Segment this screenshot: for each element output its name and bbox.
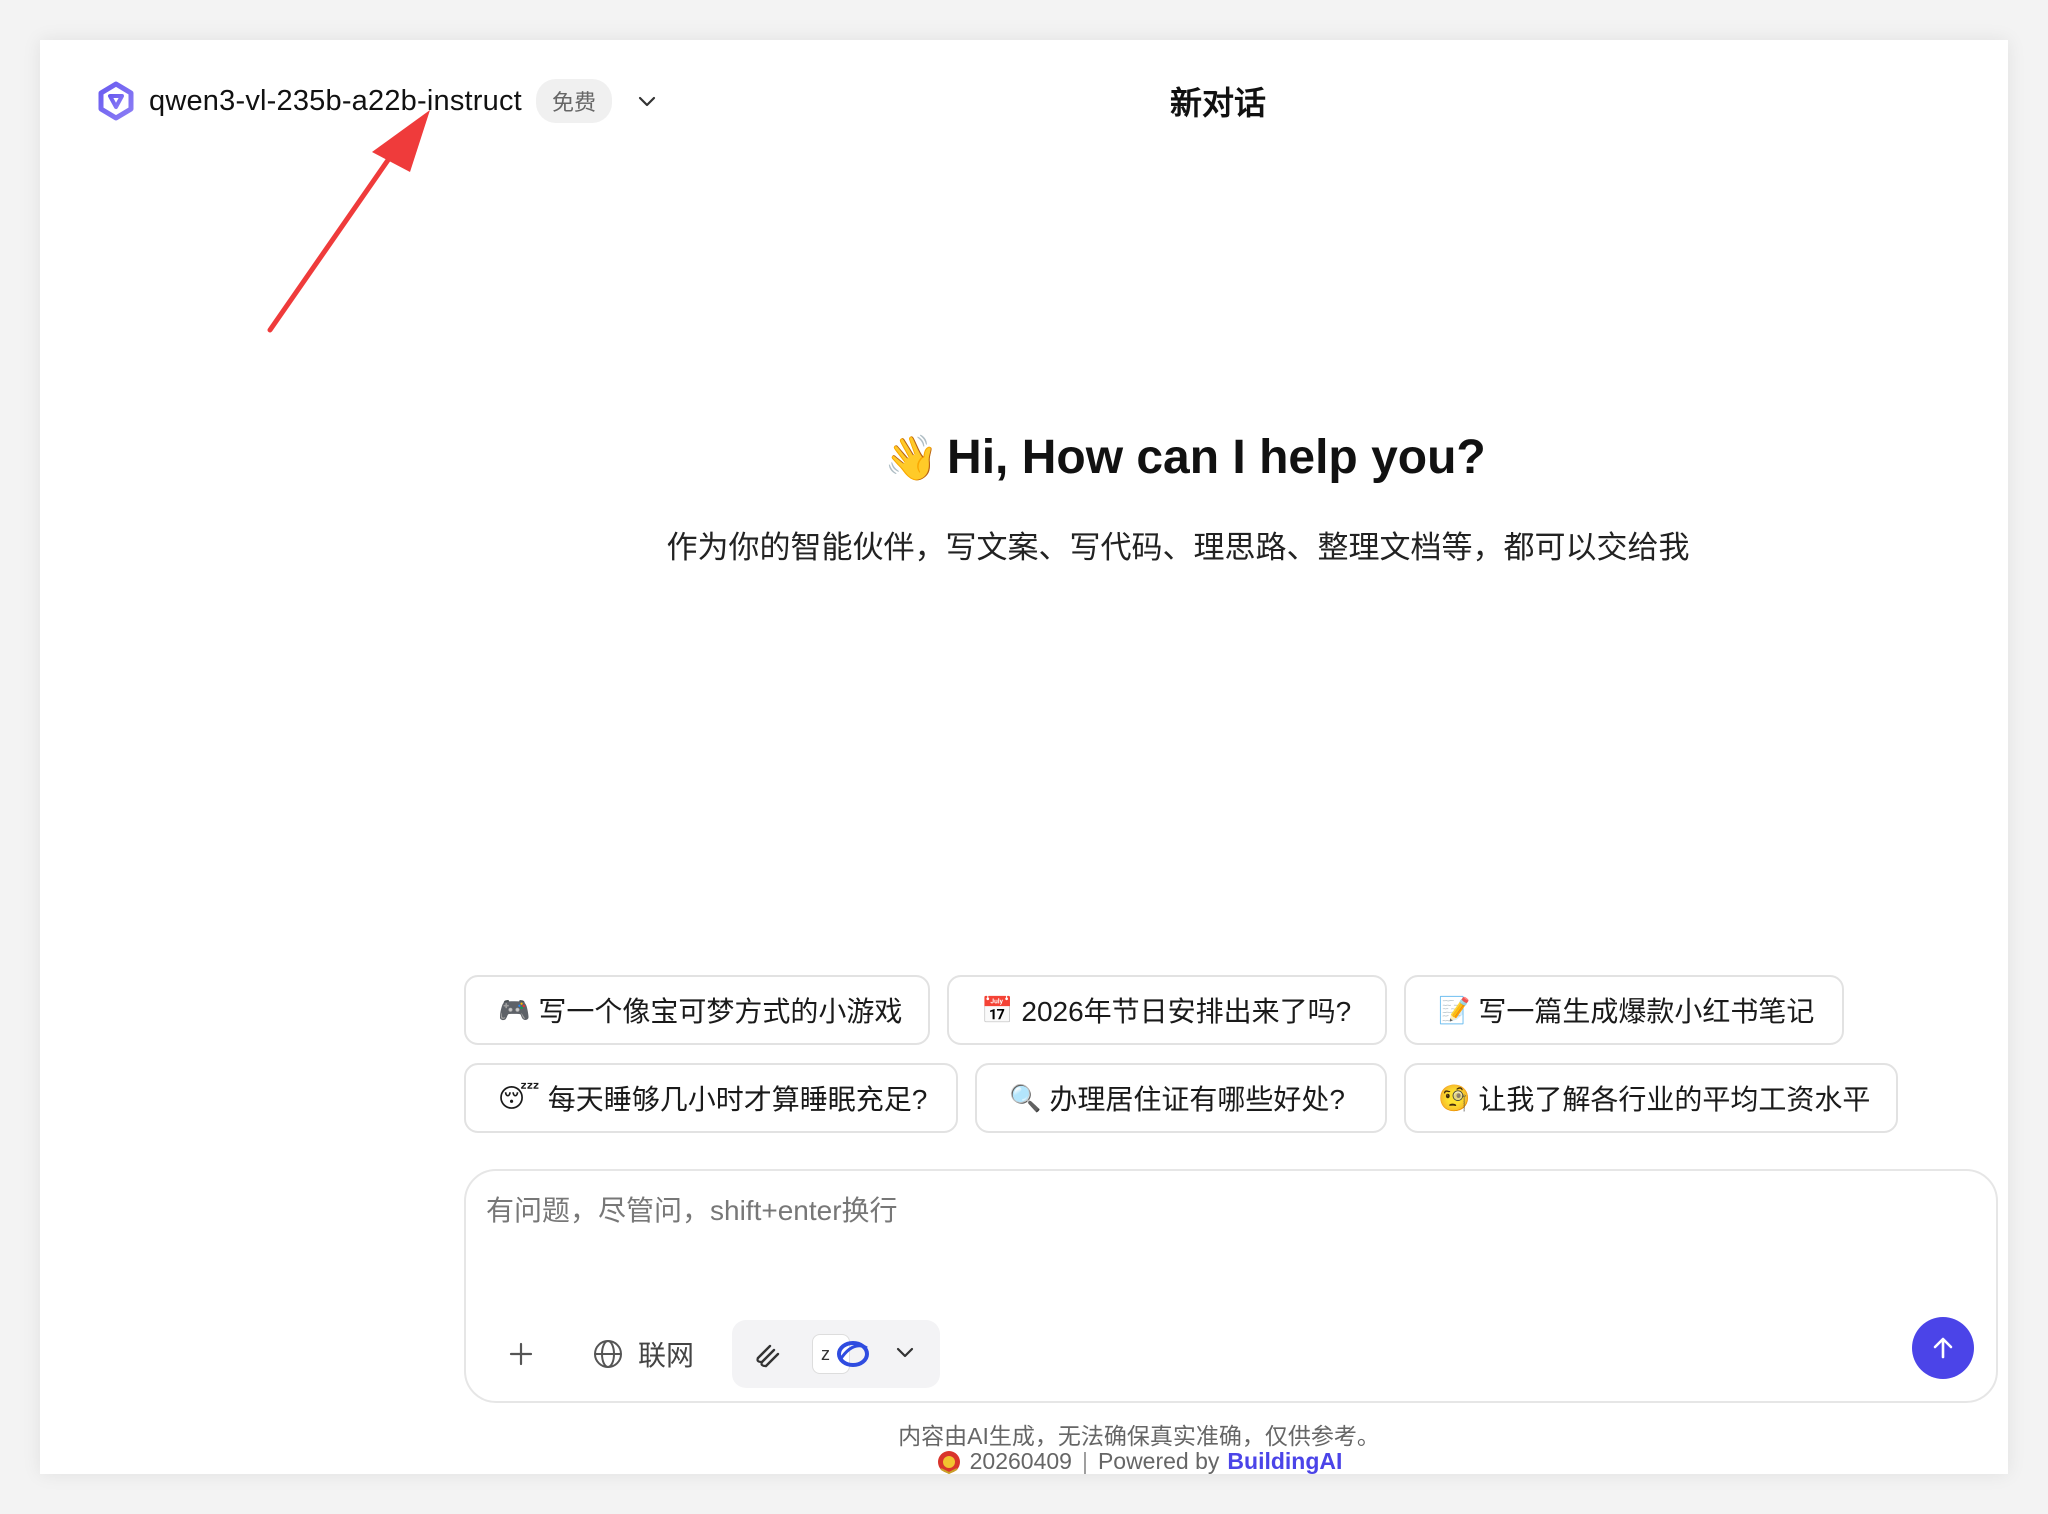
web-search-label: 联网 [638,1340,695,1371]
plugin-icon [756,1344,780,1368]
ai-disclaimer: 内容由AI生成，无法确保真实准确，仅供参考。 [898,1423,1380,1449]
suggestion-label: 写一篇生成爆款小红书笔记 [1478,996,1815,1027]
waving-hand-icon: 👋 [884,434,940,483]
chat-input[interactable] [486,1189,1966,1269]
annotation-arrow-icon [267,110,430,333]
suggestion-label: 每天睡够几小时才算睡眠充足? [547,1084,928,1115]
suggestion-chips: 🎮 写一个像宝可梦方式的小游戏 📅 2026年节日安排出来了吗? 📝 写一篇生成… [464,975,1944,1151]
web-search-toggle[interactable]: 联网 [592,1334,694,1374]
suggestion-label: 2026年节日安排出来了吗? [1021,996,1352,1027]
suggestion-chip-residence[interactable]: 🔍 办理居住证有哪些好处? [975,1063,1387,1133]
footer-powered: 20260409 | Powered by BuildingAI [40,1448,2048,1475]
chevron-down-icon[interactable] [894,1341,916,1368]
model-swirl-icon [837,1341,870,1367]
add-attachment-button[interactable] [496,1329,546,1379]
plus-icon [509,1342,533,1366]
chat-composer: 联网 z [464,1169,1998,1403]
composer-toolbar: 联网 z [486,1319,941,1389]
suggestion-label: 让我了解各行业的平均工资水平 [1478,1084,1871,1115]
police-badge-icon [937,1450,960,1474]
suggestion-row-1: 🎮 写一个像宝可梦方式的小游戏 📅 2026年节日安排出来了吗? 📝 写一篇生成… [464,975,1944,1045]
suggestion-chip-sleep[interactable]: 😴 每天睡够几小时才算睡眠充足? [464,1063,958,1133]
suggestion-chip-game[interactable]: 🎮 写一个像宝可梦方式的小游戏 [464,975,930,1045]
send-button[interactable] [1912,1317,1974,1379]
calendar-icon: 📅 [981,994,1014,1025]
hero-subtitle: 作为你的智能伙伴，写文案、写代码、理思路、整理文档等，都可以交给我 [666,530,1690,565]
globe-icon [594,1340,622,1368]
page-title: 新对话 [1170,85,1267,121]
sleepy-face-icon: 😴 [498,1082,540,1113]
powered-by-label: Powered by [1097,1448,1220,1474]
game-controller-icon: 🎮 [498,994,531,1025]
separator: | [1081,1448,1088,1474]
magnifier-icon: 🔍 [1009,1082,1042,1113]
memo-icon: 📝 [1438,994,1471,1025]
suggestion-row-2: 😴 每天睡够几小时才算睡眠充足? 🔍 办理居住证有哪些好处? 🧐 让我了解各行业… [464,1063,1944,1133]
suggestion-chip-note[interactable]: 📝 写一篇生成爆款小红书笔记 [1404,975,1844,1045]
suggestion-label: 写一个像宝可梦方式的小游戏 [538,996,903,1027]
monocle-face-icon: 🧐 [1438,1082,1471,1113]
qwen-logo-icon [95,80,137,122]
hero-title-text: Hi, How can I help you? [947,431,1486,484]
chevron-down-icon[interactable] [632,86,662,116]
record-number[interactable]: 20260409 [970,1448,1072,1475]
brand-link[interactable]: BuildingAI [1227,1448,1342,1475]
suggestion-chip-holiday[interactable]: 📅 2026年节日安排出来了吗? [947,975,1387,1045]
app-window: qwen3-vl-235b-a22b-instruct 免费 新对话 👋 Hi, … [40,40,2008,1474]
hero-greeting: 👋 Hi, How can I help you? [40,430,2048,485]
free-badge: 免费 [535,79,612,123]
suggestion-chip-salary[interactable]: 🧐 让我了解各行业的平均工资水平 [1404,1063,1898,1133]
arrow-up-icon [1933,1337,1953,1359]
mini-app-icons: z [812,1334,874,1374]
tools-selector[interactable]: z [732,1320,941,1388]
suggestion-label: 办理居住证有哪些好处? [1049,1084,1345,1115]
